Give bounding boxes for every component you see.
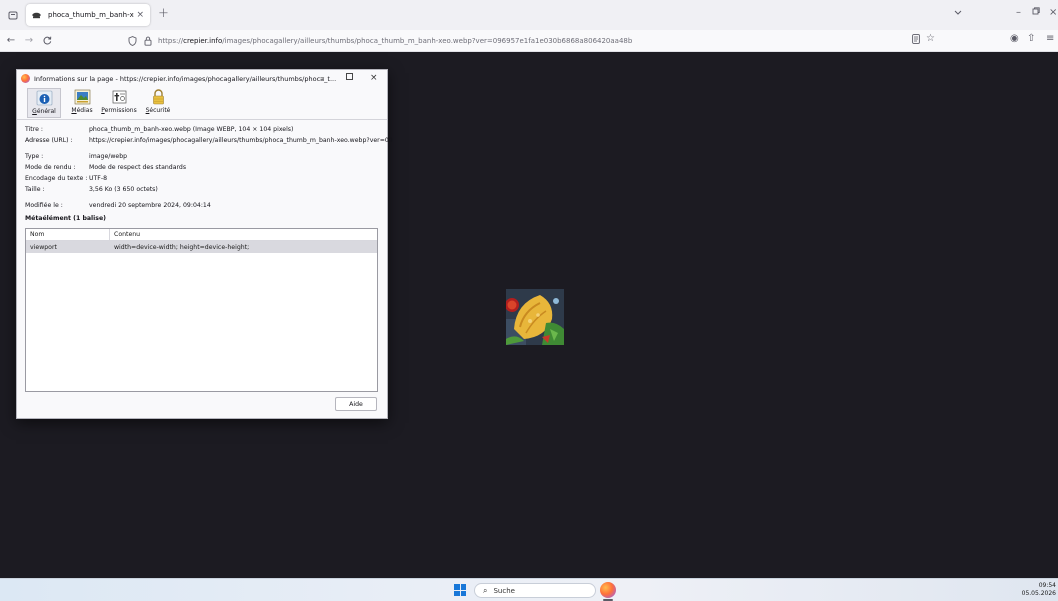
clock-date: 05.05.2026 <box>1021 590 1056 597</box>
tab-list-icon[interactable] <box>954 9 962 17</box>
close-icon[interactable]: × <box>136 10 144 20</box>
tab-media-label: Médias <box>71 107 93 114</box>
address-bar[interactable]: https://crepier.info/images/phocagallery… <box>126 32 944 49</box>
prop-encoding: Encodage du texte : UTF-8 <box>25 175 108 182</box>
tab-bar: phoca_thumb_m_banh-xeo.wel × + – × <box>0 0 1058 30</box>
dialog-title: Informations sur la page - https://crepi… <box>34 74 337 83</box>
meta-table-header: Nom Contenu <box>26 229 377 241</box>
dialog-close-icon[interactable]: × <box>370 73 378 83</box>
maximize-icon[interactable] <box>1032 7 1040 18</box>
column-header-name[interactable]: Nom <box>26 229 110 240</box>
help-button[interactable]: Aide <box>335 397 377 411</box>
dialog-title-bar[interactable]: Informations sur la page - https://crepi… <box>17 70 387 87</box>
system-clock[interactable]: 09:54 05.05.2026 <box>1022 582 1056 598</box>
search-placeholder: Suche <box>493 586 515 595</box>
forward-icon[interactable]: → <box>22 33 36 47</box>
meta-name-cell: viewport <box>30 243 57 251</box>
back-icon[interactable]: ← <box>4 33 18 47</box>
tab-title: phoca_thumb_m_banh-xeo.wel <box>48 11 134 19</box>
tab-general-label: Général <box>32 108 56 115</box>
menu-icon[interactable]: ≡ <box>1046 33 1054 44</box>
info-icon <box>35 89 53 106</box>
media-icon <box>73 88 91 105</box>
reload-icon[interactable] <box>40 33 54 47</box>
close-window-icon[interactable]: × <box>1049 7 1057 18</box>
dialog-maximize-icon[interactable] <box>346 73 353 83</box>
minimize-icon[interactable]: – <box>1016 7 1021 18</box>
lock-icon[interactable] <box>142 36 154 46</box>
column-header-content[interactable]: Contenu <box>110 231 140 238</box>
url-path: /images/phocagallery/ailleurs/thumbs/pho… <box>222 36 633 45</box>
tab-security[interactable]: Sécurité <box>141 88 175 118</box>
meta-content-cell: width=device-width; height=device-height… <box>114 243 250 251</box>
prop-render-mode: Mode de rendu : Mode de respect des stan… <box>25 164 187 171</box>
browser-tab[interactable]: phoca_thumb_m_banh-xeo.wel × <box>26 4 150 26</box>
table-row[interactable]: viewport width=device-width; height=devi… <box>26 241 377 253</box>
windows-start-icon[interactable] <box>454 584 466 596</box>
permissions-icon <box>110 88 128 105</box>
dialog-minimize-icon[interactable]: – <box>320 73 325 83</box>
reader-icon[interactable] <box>912 34 920 46</box>
navigation-bar: ← → https://crepier.info/images/phocagal… <box>0 30 1058 52</box>
meta-heading: Métaélément (1 balise) <box>25 215 107 222</box>
prop-type: Type : image/webp <box>25 153 128 160</box>
tab-media[interactable]: Médias <box>65 88 99 118</box>
account-icon[interactable]: ◉ <box>1010 33 1019 44</box>
tab-permissions-label: Permissions <box>101 107 137 114</box>
search-icon: ⌕ <box>483 585 488 595</box>
tab-overview-icon[interactable] <box>6 8 20 22</box>
url-text: https://crepier.info/images/phocagallery… <box>158 36 633 45</box>
prop-title: Titre : phoca_thumb_m_banh-xeo.webp (Ima… <box>25 126 294 133</box>
new-tab-icon[interactable]: + <box>158 6 169 21</box>
taskbar-search[interactable]: ⌕ Suche <box>474 583 596 598</box>
share-icon[interactable]: ⇧ <box>1027 33 1035 44</box>
url-domain: crepier.info <box>183 36 223 45</box>
prop-url: Adresse (URL) : https://crepier.info/ima… <box>25 137 393 144</box>
tab-general[interactable]: Général <box>27 88 61 118</box>
page-info-dialog: Informations sur la page - https://crepi… <box>16 69 393 419</box>
clock-time: 09:54 <box>1038 582 1056 589</box>
taskbar: ⌕ Suche 09:54 05.05.2026 <box>0 578 1058 601</box>
banh-xeo-image <box>506 289 564 345</box>
prop-size: Taille : 3,56 Ko (3 650 octets) <box>25 186 158 193</box>
star-icon[interactable]: ☆ <box>926 33 935 44</box>
tab-security-label: Sécurité <box>145 107 171 114</box>
padlock-icon <box>149 88 167 105</box>
firefox-icon <box>21 74 30 83</box>
shield-icon[interactable] <box>126 35 138 46</box>
firefox-taskbar-icon[interactable] <box>600 582 616 598</box>
prop-modified: Modifiée le : vendredi 20 septembre 2024… <box>25 202 211 209</box>
tab-permissions[interactable]: Permissions <box>99 88 139 118</box>
meta-table[interactable]: Nom Contenu viewport width=device-width;… <box>25 228 378 392</box>
favicon-icon <box>32 11 42 19</box>
page-info-tabs: Général Médias Permissions Sécurité <box>17 87 387 120</box>
